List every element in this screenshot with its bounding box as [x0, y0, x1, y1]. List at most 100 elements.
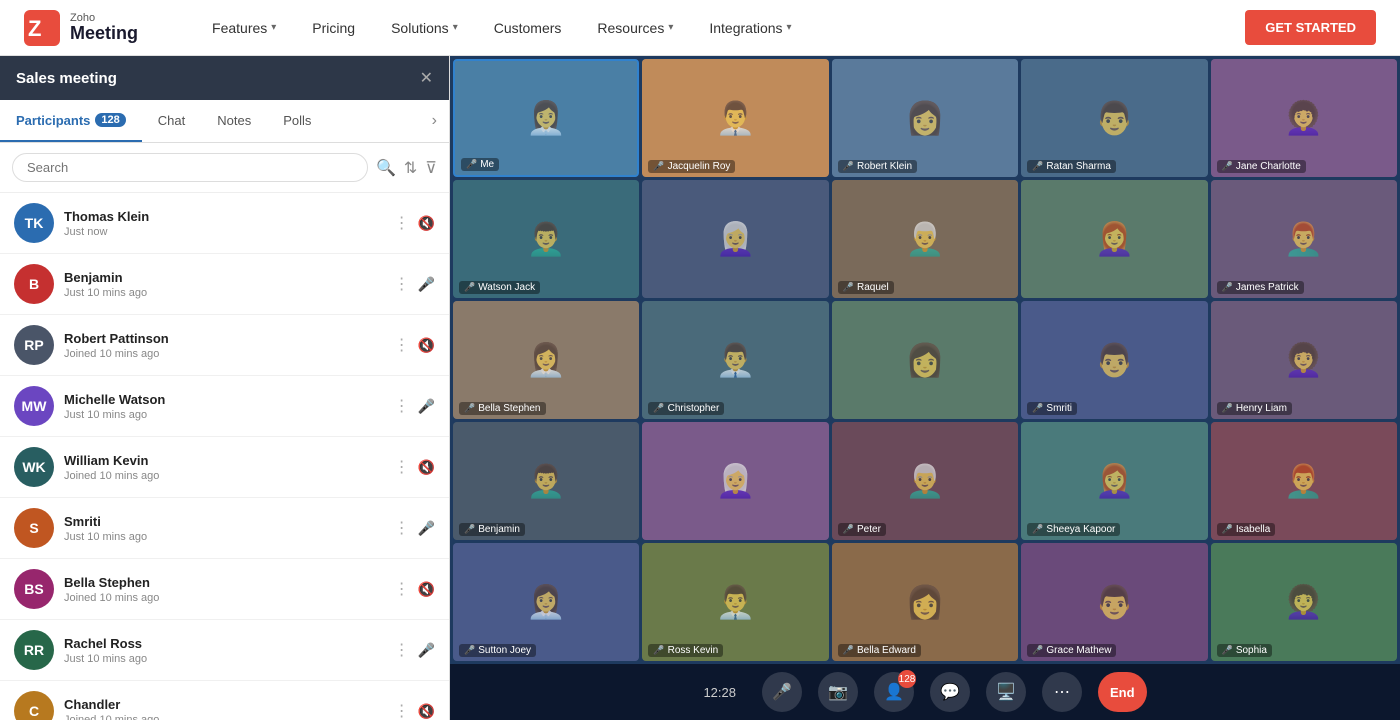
- video-cell[interactable]: 👩: [832, 301, 1018, 419]
- tab-chat[interactable]: Chat: [142, 101, 201, 142]
- participant-badge: 128: [95, 113, 125, 127]
- tab-polls[interactable]: Polls: [267, 101, 327, 142]
- video-cell[interactable]: 👨‍💼🎤Ross Kevin: [642, 543, 828, 661]
- video-cell[interactable]: 👩‍💼🎤Bella Stephen: [453, 301, 639, 419]
- mic-icon: 🎤: [1032, 403, 1043, 414]
- nav-features[interactable]: Features ▾: [198, 14, 290, 42]
- mic-icon: 🎤: [1032, 524, 1043, 535]
- video-participant-name: 🎤Sophia: [1217, 644, 1272, 657]
- participant-name: Bella Stephen: [64, 575, 384, 590]
- nav-customers[interactable]: Customers: [480, 14, 576, 42]
- participant-item: WKWilliam KevinJoined 10 mins ago⋮🔇: [0, 437, 449, 498]
- video-cell[interactable]: 👨‍🦳🎤Peter: [832, 422, 1018, 540]
- video-cell[interactable]: 👩‍💼🎤Sutton Joey: [453, 543, 639, 661]
- more-options-icon[interactable]: ⋮: [394, 213, 410, 233]
- nav-integrations[interactable]: Integrations ▾: [695, 14, 805, 42]
- participant-time: Joined 10 mins ago: [64, 592, 384, 604]
- video-cell[interactable]: 👩‍🦳: [642, 180, 828, 298]
- chevron-down-icon: ▾: [787, 22, 792, 33]
- nav-resources[interactable]: Resources ▾: [583, 14, 687, 42]
- video-cell[interactable]: 👨🎤Grace Mathew: [1021, 543, 1207, 661]
- chat-button[interactable]: 💬: [930, 672, 970, 712]
- video-cell[interactable]: 👩🎤Robert Klein: [832, 59, 1018, 177]
- participant-name: Robert Pattinson: [64, 331, 384, 346]
- mic-button[interactable]: 🎤: [762, 672, 802, 712]
- screen-share-button[interactable]: 🖥️: [986, 672, 1026, 712]
- get-started-button[interactable]: GET STARTED: [1245, 10, 1376, 45]
- video-participant-name: 🎤Henry Liam: [1217, 402, 1292, 415]
- nav-links: Features ▾ Pricing Solutions ▾ Customers…: [198, 14, 1245, 42]
- bottom-toolbar: 12:28 🎤 📷 👤 128 💬 🖥️ ⋯ End: [450, 664, 1400, 720]
- more-options-icon[interactable]: ⋮: [394, 274, 410, 294]
- video-cell[interactable]: 👨🎤Ratan Sharma: [1021, 59, 1207, 177]
- chevron-down-icon: ▾: [453, 22, 458, 33]
- participant-name: Rachel Ross: [64, 636, 384, 651]
- video-cell[interactable]: 👩🎤Bella Edward: [832, 543, 1018, 661]
- video-cell[interactable]: 👩‍💼🎤Me: [453, 59, 639, 177]
- video-participant-name: 🎤Grace Mathew: [1027, 644, 1116, 657]
- mic-on-icon[interactable]: 🎤: [418, 642, 435, 659]
- video-cell[interactable]: 👨‍💼🎤Christopher: [642, 301, 828, 419]
- video-cell[interactable]: 👩‍🦰🎤Sheeya Kapoor: [1021, 422, 1207, 540]
- mic-off-icon[interactable]: 🔇: [418, 581, 435, 598]
- sort-icon[interactable]: ⇅: [404, 158, 417, 178]
- more-options-icon[interactable]: ⋮: [394, 701, 410, 720]
- participants-button[interactable]: 👤 128: [874, 672, 914, 712]
- mic-on-icon[interactable]: 🎤: [418, 276, 435, 293]
- video-participant-name: 🎤Jane Charlotte: [1217, 160, 1306, 173]
- mic-icon: 🎤: [653, 161, 664, 172]
- tab-more-icon[interactable]: ›: [420, 100, 449, 142]
- video-cell[interactable]: 👨‍🦰🎤James Patrick: [1211, 180, 1397, 298]
- tab-notes[interactable]: Notes: [201, 101, 267, 142]
- participant-item: TKThomas KleinJust now⋮🔇: [0, 193, 449, 254]
- mic-off-icon[interactable]: 🔇: [418, 215, 435, 232]
- camera-button[interactable]: 📷: [818, 672, 858, 712]
- more-options-icon[interactable]: ⋮: [394, 640, 410, 660]
- video-participant-name: 🎤Benjamin: [459, 523, 525, 536]
- video-cell[interactable]: 👩‍🦰: [1021, 180, 1207, 298]
- more-options-icon[interactable]: ⋮: [394, 579, 410, 599]
- mic-off-icon[interactable]: 🔇: [418, 703, 435, 720]
- video-cell[interactable]: 👨‍🦱🎤Watson Jack: [453, 180, 639, 298]
- video-cell[interactable]: 👨🎤Smriti: [1021, 301, 1207, 419]
- filter-icon[interactable]: ⊽: [425, 158, 437, 178]
- mic-off-icon[interactable]: 🔇: [418, 459, 435, 476]
- more-options-icon[interactable]: ⋮: [394, 396, 410, 416]
- more-options-icon[interactable]: ⋮: [394, 457, 410, 477]
- video-cell[interactable]: 👨‍🦰🎤Isabella: [1211, 422, 1397, 540]
- video-cell[interactable]: 👨‍🦳🎤Raquel: [832, 180, 1018, 298]
- participant-time: Joined 10 mins ago: [64, 470, 384, 482]
- mic-icon: 🎤: [1032, 645, 1043, 656]
- mic-off-icon[interactable]: 🔇: [418, 337, 435, 354]
- more-options-icon[interactable]: ⋮: [394, 518, 410, 538]
- sidebar-title: Sales meeting: [16, 70, 117, 87]
- video-cell[interactable]: 👨‍💼🎤Jacquelin Roy: [642, 59, 828, 177]
- mic-on-icon[interactable]: 🎤: [418, 398, 435, 415]
- video-grid: 👩‍💼🎤Me👨‍💼🎤Jacquelin Roy👩🎤Robert Klein👨🎤R…: [450, 56, 1400, 664]
- tab-participants[interactable]: Participants 128: [0, 101, 142, 142]
- video-cell[interactable]: 👩‍🦱🎤Henry Liam: [1211, 301, 1397, 419]
- video-participant-name: 🎤Me: [461, 158, 499, 171]
- video-participant-name: 🎤Isabella: [1217, 523, 1276, 536]
- video-cell[interactable]: 👩‍🦳: [642, 422, 828, 540]
- video-participant-name: 🎤Ross Kevin: [648, 644, 723, 657]
- participant-name: Smriti: [64, 514, 384, 529]
- end-call-button[interactable]: End: [1098, 672, 1147, 712]
- search-input[interactable]: [12, 153, 368, 182]
- logo-area[interactable]: Z Zoho Meeting: [24, 10, 138, 46]
- search-icon[interactable]: 🔍: [376, 158, 396, 178]
- more-options-icon[interactable]: ⋮: [394, 335, 410, 355]
- mic-on-icon[interactable]: 🎤: [418, 520, 435, 537]
- video-participant-name: 🎤Peter: [838, 523, 886, 536]
- nav-solutions[interactable]: Solutions ▾: [377, 14, 472, 42]
- mic-icon: 🎤: [464, 282, 475, 293]
- participant-item: MWMichelle WatsonJust 10 mins ago⋮🎤: [0, 376, 449, 437]
- nav-pricing[interactable]: Pricing: [298, 14, 369, 42]
- video-cell[interactable]: 👩‍🦱🎤Jane Charlotte: [1211, 59, 1397, 177]
- mic-icon: 🎤: [653, 403, 664, 414]
- video-cell[interactable]: 👨‍🦱🎤Benjamin: [453, 422, 639, 540]
- close-icon[interactable]: ✕: [420, 68, 433, 88]
- video-cell[interactable]: 👩‍🦱🎤Sophia: [1211, 543, 1397, 661]
- more-button[interactable]: ⋯: [1042, 672, 1082, 712]
- navbar: Z Zoho Meeting Features ▾ Pricing Soluti…: [0, 0, 1400, 56]
